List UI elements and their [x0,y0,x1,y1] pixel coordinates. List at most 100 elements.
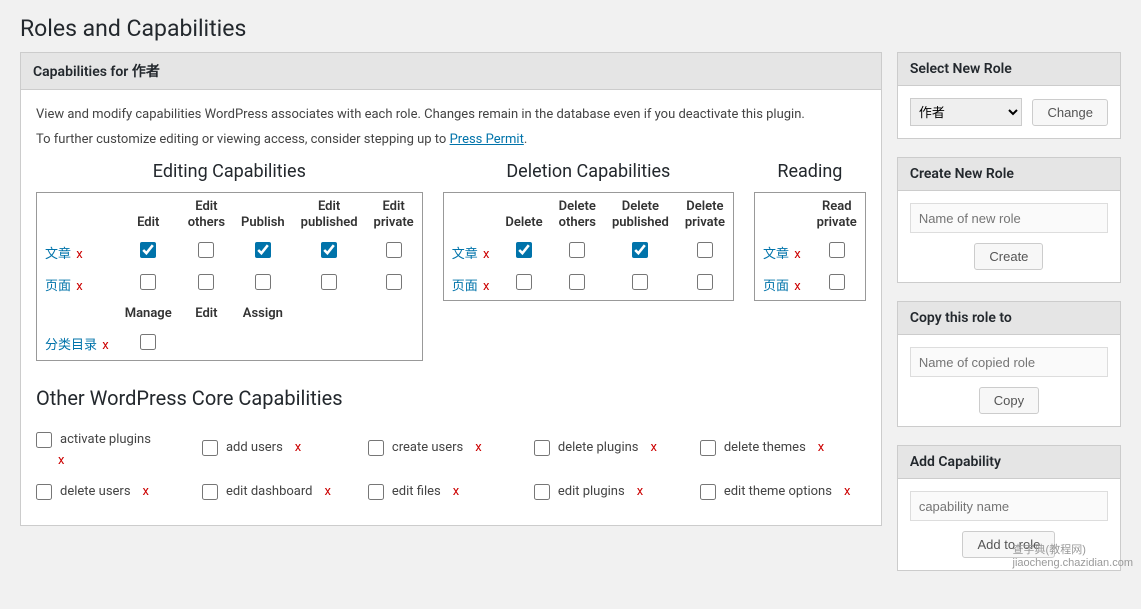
cap-edit-others-pages[interactable] [198,274,214,290]
core-cap-checkbox[interactable] [534,440,550,456]
col-delete-others: Deleteothers [551,193,604,237]
core-cap-checkbox[interactable] [202,484,218,500]
capability-name-input[interactable] [910,491,1108,521]
remove-icon[interactable]: x [102,338,108,353]
row-label-pages[interactable]: 页面 [452,279,478,294]
editing-table: Edit Editothers Publish Editpublished Ed… [36,192,423,361]
cap-edit-others-posts[interactable] [198,242,214,258]
page-title: Roles and Capabilities [20,0,1121,52]
copied-role-name-input[interactable] [910,347,1108,377]
core-cap-item: activate plugins x [36,422,202,474]
cap-read-private-posts[interactable] [829,242,845,258]
core-cap-item: create users x [368,422,534,474]
core-cap-label: edit files [392,484,441,499]
remove-icon[interactable]: x [76,279,82,294]
core-cap-label: create users [392,440,463,455]
core-cap-label: delete plugins [558,440,639,455]
remove-icon[interactable]: x [76,247,82,262]
cap-edit-private-posts[interactable] [386,242,402,258]
cap-delete-others-pages[interactable] [569,274,585,290]
core-cap-checkbox[interactable] [368,440,384,456]
remove-icon[interactable]: x [58,453,64,468]
remove-icon[interactable]: x [794,247,800,262]
role-select[interactable]: 作者 [910,98,1023,126]
remove-icon[interactable]: x [637,484,643,499]
cap-publish-posts[interactable] [255,242,271,258]
cap-delete-private-pages[interactable] [697,274,713,290]
editing-title: Editing Capabilities [36,161,423,182]
row-label-pages[interactable]: 页面 [763,279,789,294]
intro-text-2: To further customize editing or viewing … [36,130,866,150]
col-edit2: Edit [180,300,233,328]
cap-delete-others-posts[interactable] [569,242,585,258]
row-label-pages[interactable]: 页面 [45,279,71,294]
core-cap-checkbox[interactable] [202,440,218,456]
deletion-table: Delete Deleteothers Deletepublished Dele… [443,192,734,301]
core-cap-checkbox[interactable] [368,484,384,500]
create-button[interactable]: Create [974,243,1043,270]
core-cap-label: activate plugins [60,432,151,447]
cap-edit-pages[interactable] [140,274,156,290]
editing-row-categories: 分类目录 x [37,328,423,361]
cap-delete-published-posts[interactable] [632,242,648,258]
editing-row-posts: 文章 x [37,236,423,268]
remove-icon[interactable]: x [325,484,331,499]
core-cap-label: delete themes [724,440,806,455]
remove-icon[interactable]: x [453,484,459,499]
core-cap-checkbox[interactable] [36,484,52,500]
deletion-row-posts: 文章 x [443,236,733,268]
copy-button[interactable]: Copy [979,387,1039,414]
remove-icon[interactable]: x [794,279,800,294]
core-cap-label: add users [226,440,283,455]
cap-edit-private-pages[interactable] [386,274,402,290]
col-edit-published: Editpublished [293,193,366,237]
core-caps-list: activate plugins x add users x create users x… [36,422,866,510]
intro-text-1: View and modify capabilities WordPress a… [36,105,866,125]
col-assign: Assign [233,300,293,328]
cap-delete-posts[interactable] [516,242,532,258]
core-cap-checkbox[interactable] [534,484,550,500]
change-button[interactable]: Change [1032,99,1108,126]
cap-read-private-pages[interactable] [829,274,845,290]
core-caps-title: Other WordPress Core Capabilities [36,386,866,410]
cap-delete-pages[interactable] [516,274,532,290]
remove-icon[interactable]: x [143,484,149,499]
core-cap-item: edit files x [368,474,534,510]
core-cap-checkbox[interactable] [36,432,52,448]
cap-edit-published-posts[interactable] [321,242,337,258]
col-delete-published: Deletepublished [604,193,677,237]
reading-row-pages: 页面 x [754,268,865,301]
core-cap-label: delete users [60,484,131,499]
reading-row-posts: 文章 x [754,236,865,268]
cap-publish-pages[interactable] [255,274,271,290]
row-label-posts[interactable]: 文章 [452,247,478,262]
remove-icon[interactable]: x [475,440,481,455]
reading-title: Reading [754,161,866,182]
cap-edit-published-pages[interactable] [321,274,337,290]
core-cap-checkbox[interactable] [700,484,716,500]
remove-icon[interactable]: x [483,247,489,262]
cap-edit-posts[interactable] [140,242,156,258]
press-permit-link[interactable]: Press Permit [450,132,524,147]
remove-icon[interactable]: x [818,440,824,455]
core-cap-checkbox[interactable] [700,440,716,456]
row-label-categories[interactable]: 分类目录 [45,338,97,353]
row-label-posts[interactable]: 文章 [763,247,789,262]
core-cap-item: delete users x [36,474,202,510]
remove-icon[interactable]: x [483,279,489,294]
cap-delete-private-posts[interactable] [697,242,713,258]
cap-delete-published-pages[interactable] [632,274,648,290]
new-role-name-input[interactable] [910,203,1108,233]
col-edit-others: Editothers [180,193,233,237]
core-cap-item: edit pluginsx [534,474,700,510]
cap-manage-categories[interactable] [140,334,156,350]
remove-icon[interactable]: x [844,484,850,499]
copy-role-title: Copy this role to [897,301,1121,335]
col-edit-private: Editprivate [366,193,423,237]
capabilities-for-heading: Capabilities for 作者 [20,52,882,90]
core-cap-item: delete themes x [700,422,866,474]
deletion-title: Deletion Capabilities [443,161,734,182]
remove-icon[interactable]: x [651,440,657,455]
remove-icon[interactable]: x [295,440,301,455]
row-label-posts[interactable]: 文章 [45,247,71,262]
